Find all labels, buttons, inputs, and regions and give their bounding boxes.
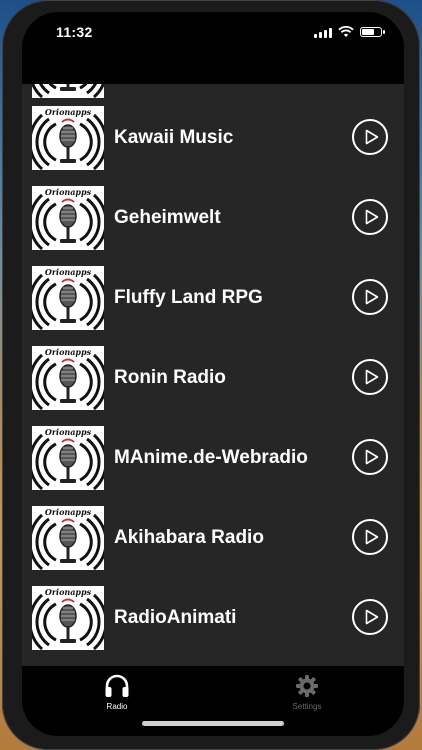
play-icon (365, 289, 379, 305)
station-logo: Orionapps (32, 84, 104, 98)
play-button[interactable] (352, 279, 388, 315)
play-button[interactable] (352, 119, 388, 155)
play-icon (365, 449, 379, 465)
microphone-icon (32, 194, 104, 250)
tab-settings-label: Settings (292, 702, 322, 711)
device-frame: 11:32 Orionapps Kawaii Music Orionapps G… (2, 0, 420, 750)
station-name: Fluffy Land RPG (114, 287, 263, 308)
tab-radio-label: Radio (106, 702, 128, 711)
screen: 11:32 Orionapps Kawaii Music Orionapps G… (22, 12, 404, 736)
play-icon (365, 609, 379, 625)
microphone-icon (32, 354, 104, 410)
play-icon (365, 369, 379, 385)
station-logo: Orionapps (32, 106, 104, 170)
station-row[interactable]: Orionapps Fluffy Land RPG (22, 258, 404, 338)
wifi-icon (338, 26, 354, 37)
microphone-icon (32, 114, 104, 170)
play-button[interactable] (352, 199, 388, 235)
station-logo: Orionapps (32, 506, 104, 570)
station-logo: Orionapps (32, 346, 104, 410)
play-button[interactable] (352, 599, 388, 635)
station-logo: Orionapps (32, 266, 104, 330)
station-row[interactable]: Orionapps (22, 84, 404, 98)
gear-icon (296, 675, 318, 697)
tab-radio[interactable]: Radio (77, 674, 157, 711)
tab-bar: Radio Settings (22, 666, 404, 736)
station-name: MAnime.de-Webradio (114, 447, 308, 468)
station-list[interactable]: Orionapps Kawaii Music Orionapps Geheimw… (22, 84, 404, 666)
station-logo: Orionapps (32, 426, 104, 490)
microphone-icon (32, 434, 104, 490)
play-button[interactable] (352, 439, 388, 475)
station-row[interactable]: Orionapps Kawaii Music (22, 98, 404, 178)
status-time: 11:32 (56, 24, 93, 40)
play-icon (365, 129, 379, 145)
station-row[interactable]: Orionapps MAnime.de-Webradio (22, 418, 404, 498)
station-logo: Orionapps (32, 586, 104, 650)
status-bar: 11:32 (22, 12, 404, 56)
play-icon (365, 209, 379, 225)
headphones-icon (105, 674, 129, 697)
station-name: Kawaii Music (114, 127, 234, 148)
station-name: RadioAnimati (114, 607, 237, 628)
home-indicator (142, 721, 284, 726)
station-name: Ronin Radio (114, 367, 226, 388)
cellular-signal-icon (314, 26, 332, 38)
microphone-icon (32, 514, 104, 570)
station-name: Akihabara Radio (114, 527, 264, 548)
play-button[interactable] (352, 519, 388, 555)
tab-settings[interactable]: Settings (267, 674, 347, 711)
microphone-icon (32, 594, 104, 650)
microphone-icon (32, 84, 104, 98)
station-row[interactable]: Orionapps Ronin Radio (22, 338, 404, 418)
play-icon (365, 529, 379, 545)
status-icons (314, 26, 385, 38)
station-row[interactable]: Orionapps Akihabara Radio (22, 498, 404, 578)
station-row[interactable]: Orionapps RadioAnimati (22, 578, 404, 658)
play-button[interactable] (352, 359, 388, 395)
station-name: Geheimwelt (114, 207, 221, 228)
battery-icon (360, 27, 385, 37)
station-row[interactable]: Orionapps Geheimwelt (22, 178, 404, 258)
station-logo: Orionapps (32, 186, 104, 250)
microphone-icon (32, 274, 104, 330)
